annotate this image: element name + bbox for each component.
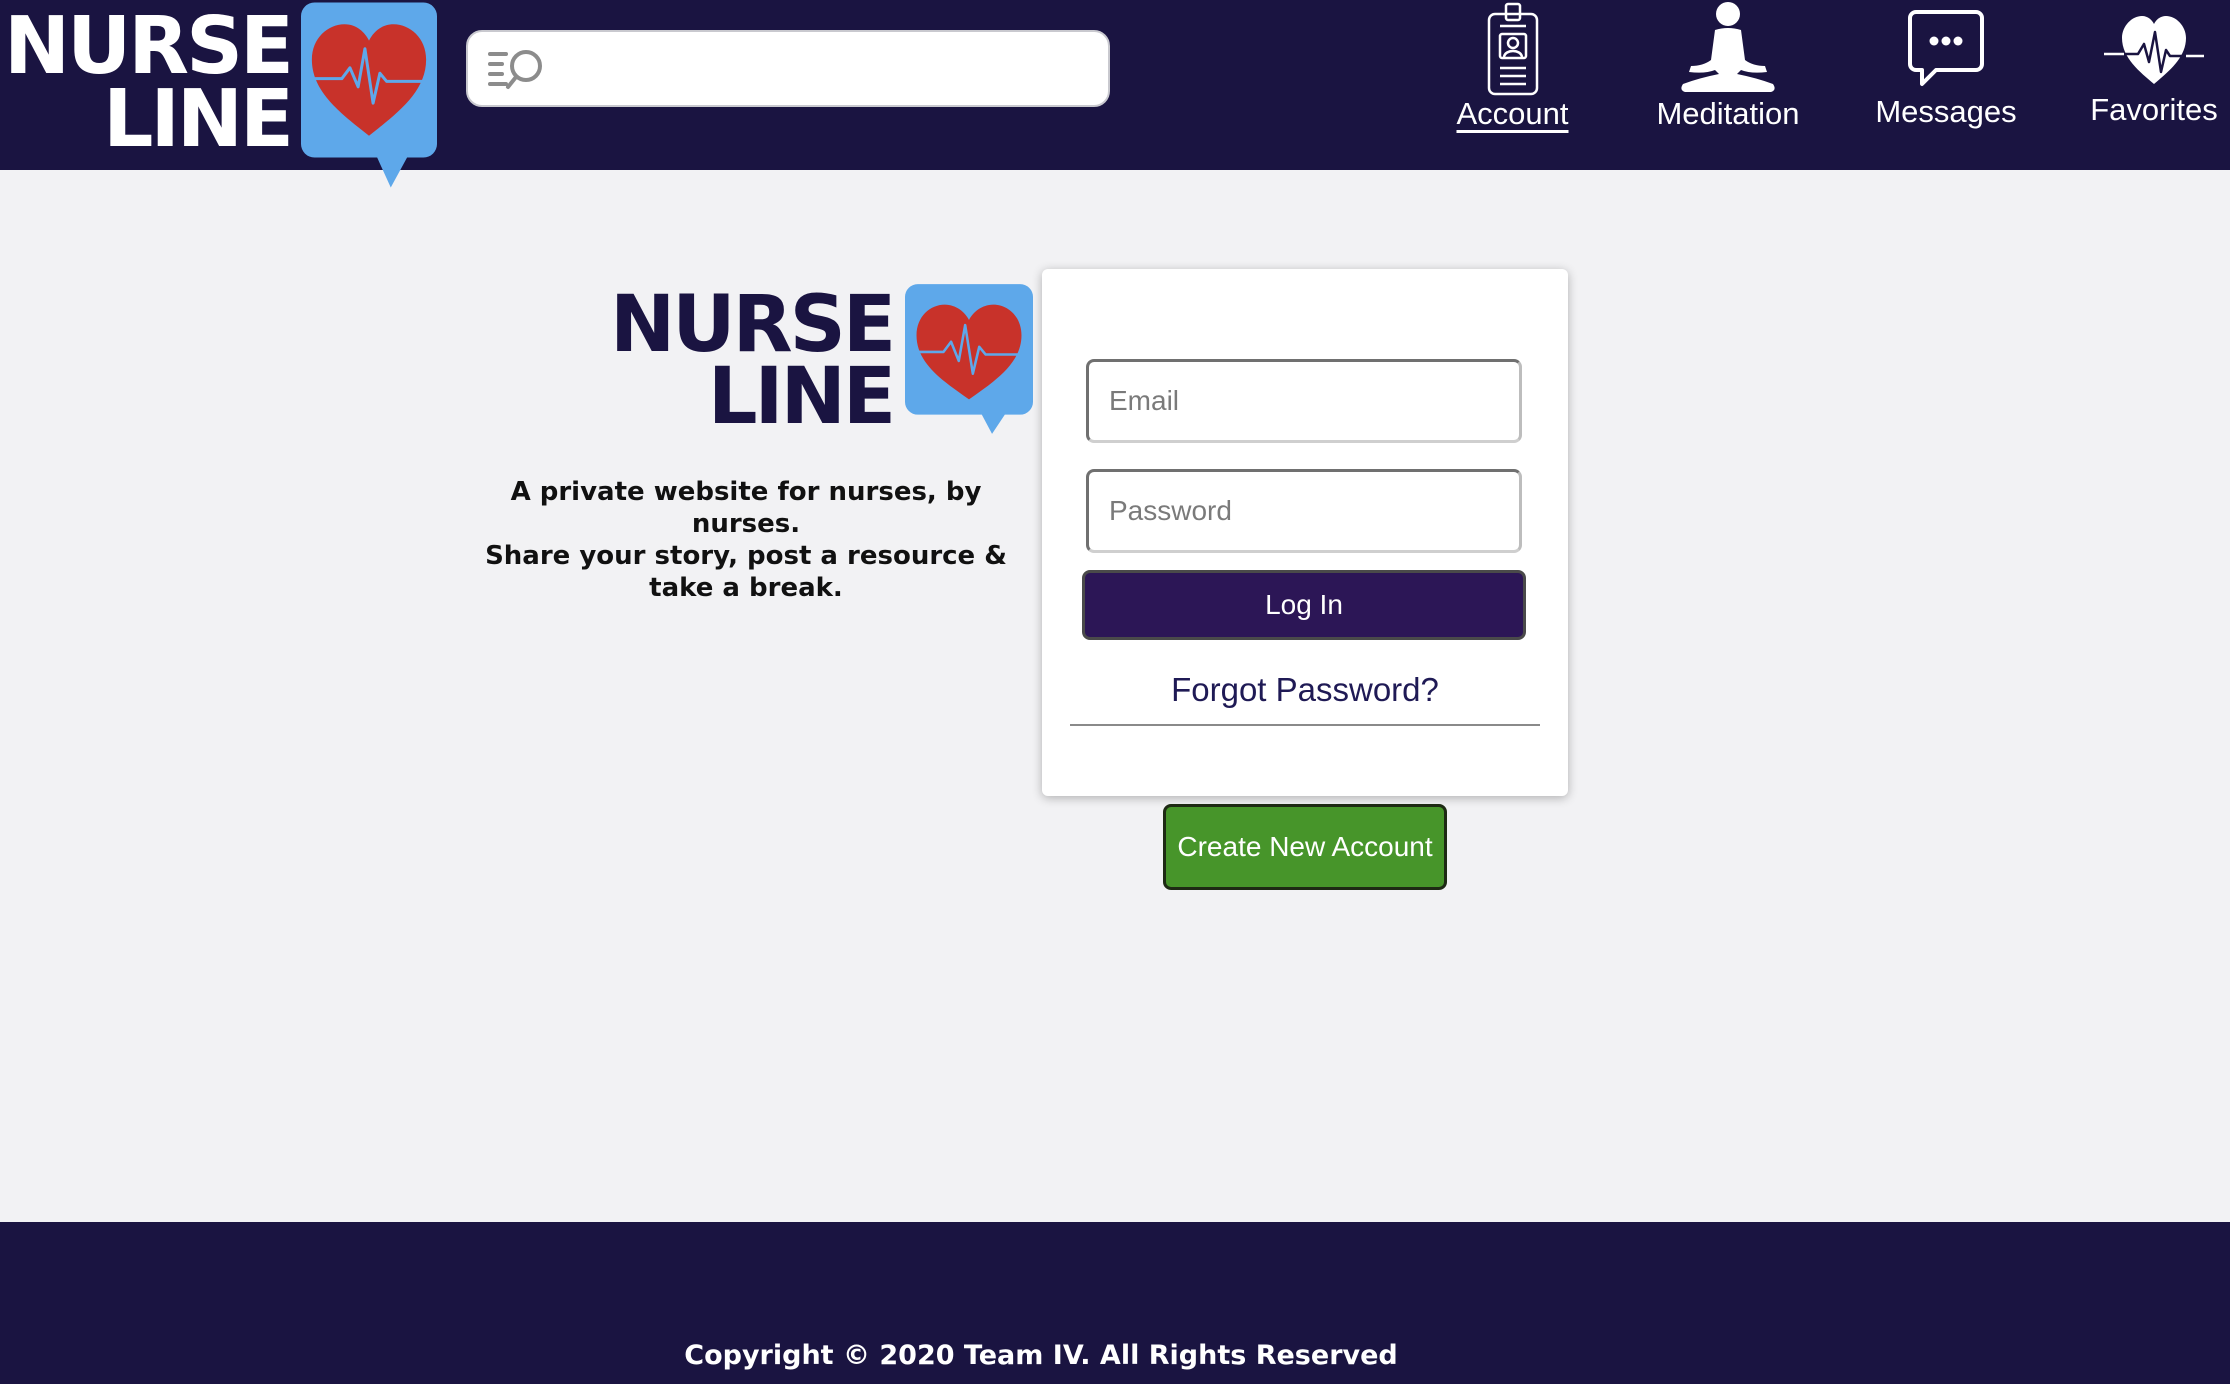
log-in-button[interactable]: Log In	[1082, 570, 1526, 640]
copyright-text: Copyright © 2020 Team IV. All Rights Res…	[684, 1340, 1398, 1371]
search-bar[interactable]	[466, 30, 1110, 107]
logo-wordmark: NURSE LINE	[4, 0, 294, 165]
email-field[interactable]	[1086, 359, 1522, 443]
nurse-line-main-logo: NURSE LINE	[610, 280, 1034, 442]
site-tagline: A private website for nurses, by nurses.…	[470, 476, 1022, 604]
heart-bubble-icon	[300, 2, 437, 188]
main-logo-wordmark: NURSE LINE	[610, 280, 896, 442]
nav-favorites[interactable]: Favorites	[2078, 0, 2230, 150]
main-logo-line-1: NURSE	[610, 280, 896, 370]
logo-line-1: NURSE	[4, 0, 294, 92]
heartbeat-icon	[2104, 16, 2204, 84]
meditation-icon	[1681, 2, 1775, 92]
forgot-password-link[interactable]: Forgot Password?	[1042, 671, 1568, 709]
nav-messages[interactable]: Messages	[1866, 0, 2026, 150]
heart-bubble-icon	[905, 284, 1034, 434]
search-input[interactable]	[562, 38, 1108, 99]
tagline-line-1: A private website for nurses, by nurses.	[510, 477, 982, 539]
password-field[interactable]	[1086, 469, 1522, 553]
create-new-account-button[interactable]: Create New Account	[1163, 804, 1447, 890]
tagline-line-3: take a break.	[649, 573, 843, 603]
nav-account[interactable]: Account	[1440, 0, 1585, 150]
logo-line-2: LINE	[103, 72, 294, 165]
divider	[1070, 724, 1540, 726]
nav-meditation-label: Meditation	[1656, 96, 1800, 131]
login-card: Log In Forgot Password?	[1042, 269, 1568, 796]
chat-bubble-icon	[1908, 10, 1984, 86]
main-logo-line-2: LINE	[707, 351, 896, 442]
nav-account-label: Account	[1456, 96, 1569, 131]
footer: Copyright © 2020 Team IV. All Rights Res…	[0, 1222, 2230, 1384]
nav-favorites-label: Favorites	[2090, 92, 2218, 127]
search-icon[interactable]	[486, 44, 548, 94]
nav-messages-label: Messages	[1875, 94, 2017, 129]
top-navigation-bar: NURSE LINE Account Meditation Messages F…	[0, 0, 2230, 188]
id-badge-icon	[1487, 2, 1538, 96]
nurse-line-logo[interactable]: NURSE LINE	[4, 2, 437, 188]
tagline-line-2: Share your story, post a resource &	[485, 541, 1007, 571]
nav-meditation[interactable]: Meditation	[1640, 0, 1816, 150]
